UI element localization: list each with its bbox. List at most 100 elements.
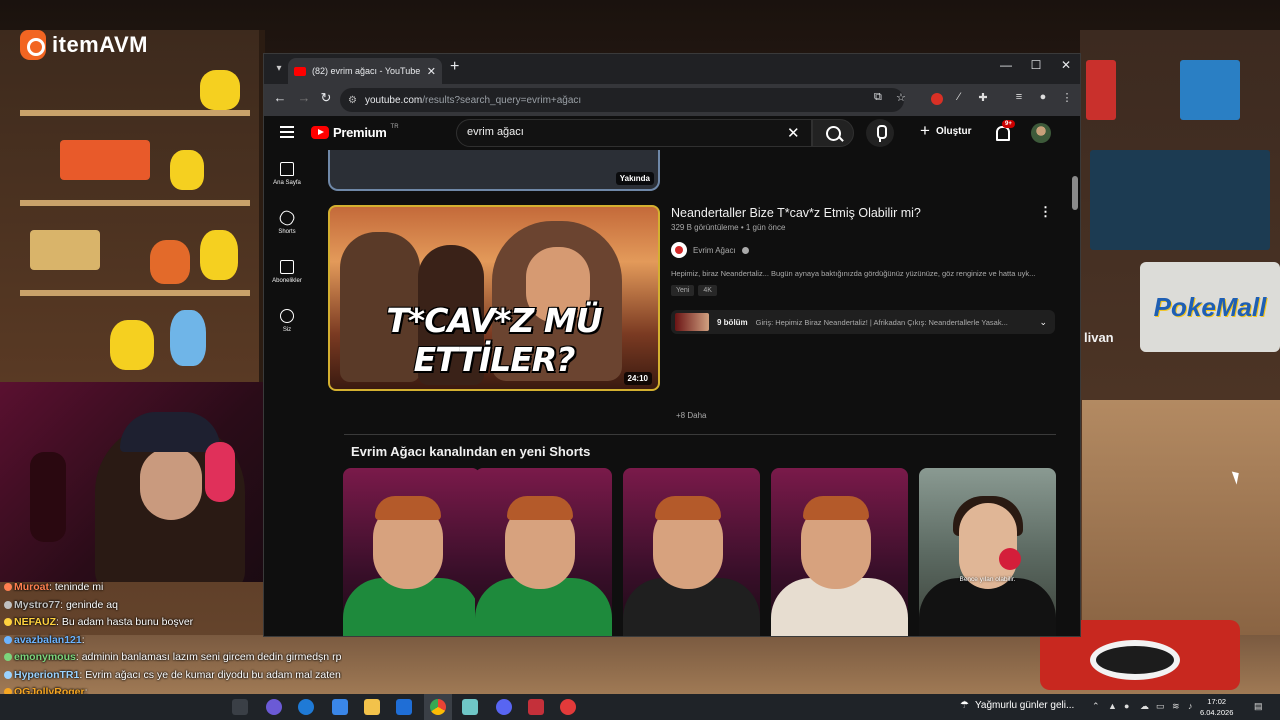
channel-name[interactable]: Evrim Ağacı xyxy=(693,246,736,255)
chat-badge-icon xyxy=(4,618,12,627)
guide-item[interactable]: Abonelikler xyxy=(264,260,310,284)
playlist-episodes[interactable]: 9 bölüm Giriş: Hepimiz Biraz Neandertali… xyxy=(671,310,1055,334)
site-info-icon[interactable]: ⚙ xyxy=(348,95,357,106)
itemavm-logo: itemAVM xyxy=(20,30,148,60)
tray-overflow-icon[interactable]: ⌃ xyxy=(1092,701,1100,712)
address-bar[interactable]: ⚙ youtube.com/results?search_query=evrim… xyxy=(340,88,904,112)
weather-text: Yağmurlu günler geli... xyxy=(974,700,1075,711)
chat-username[interactable]: HyperionTR1 xyxy=(14,669,79,681)
chat-username[interactable]: NEFAUZ xyxy=(14,616,56,628)
guide-item[interactable]: Shorts xyxy=(264,208,310,235)
wall-text: livan xyxy=(1084,330,1114,345)
short-card[interactable] xyxy=(771,468,908,636)
chat-text: teninde mi xyxy=(54,581,104,593)
short-card[interactable] xyxy=(475,468,612,636)
reload-button[interactable]: ↻ xyxy=(316,90,336,106)
previous-video-thumbnail[interactable]: Yakında xyxy=(328,150,660,191)
video-editor-icon[interactable] xyxy=(528,699,544,715)
tray-app-icon[interactable]: ▲ xyxy=(1108,701,1117,711)
headphones xyxy=(205,442,235,502)
tag-new: Yeni xyxy=(671,285,695,296)
back-button[interactable]: ← xyxy=(270,90,290,105)
pokeball-center xyxy=(1090,640,1180,680)
more-options-icon[interactable]: ⋮ xyxy=(1039,204,1052,220)
home-icon xyxy=(280,162,294,176)
browser-menu-icon[interactable]: ⋮ xyxy=(1060,91,1074,105)
guitar xyxy=(30,452,66,542)
guide-item[interactable]: Siz xyxy=(264,309,310,333)
chat-username[interactable]: Muroat xyxy=(14,581,49,593)
volume-icon[interactable]: ♪ xyxy=(1188,701,1193,711)
umbrella-icon: ☂ xyxy=(960,700,969,711)
voice-search-button[interactable] xyxy=(866,119,894,147)
chat-badge-icon xyxy=(4,635,12,644)
bookmark-star-icon[interactable]: ☆ xyxy=(896,91,906,104)
discord-icon[interactable] xyxy=(496,699,512,715)
notifications-icon[interactable]: ▤ xyxy=(1254,701,1263,712)
left-shelf xyxy=(0,30,265,390)
chat-username[interactable]: Mystro77 xyxy=(14,599,60,611)
scrollbar[interactable] xyxy=(1070,150,1080,636)
chat-badge-icon xyxy=(4,583,12,592)
copilot-icon[interactable] xyxy=(266,699,282,715)
guide-label: Ana Sayfa xyxy=(273,180,301,186)
store-icon[interactable] xyxy=(332,699,348,715)
video-thumbnail[interactable]: T*CAV*Z MÜ ETTİLER? 24:10 xyxy=(328,205,660,391)
channel-avatar[interactable] xyxy=(671,242,687,258)
short-card[interactable]: Bence yılan olabilir. xyxy=(919,468,1056,636)
network-icon[interactable]: ▭ xyxy=(1156,701,1165,712)
new-tab-button[interactable]: + xyxy=(450,58,459,76)
video-description: Hepimiz, biraz Neandertaliz... Bugün ayn… xyxy=(671,269,1036,278)
install-app-icon[interactable]: ⧉ xyxy=(874,91,882,104)
adblock-extension-icon[interactable] xyxy=(931,93,943,105)
reporter-mic xyxy=(999,548,1021,570)
cloud-icon[interactable]: ☁ xyxy=(1140,701,1149,712)
video-tags: Yeni 4K xyxy=(671,285,1051,296)
edge-icon[interactable] xyxy=(298,699,314,715)
maximize-button[interactable]: ☐ xyxy=(1021,58,1051,72)
menu-icon[interactable] xyxy=(280,126,294,138)
youtube-logo[interactable]: Premium TR xyxy=(311,124,399,140)
browser-tab[interactable]: (82) evrim ağacı - YouTube ✕ xyxy=(288,58,442,84)
clock[interactable]: 17:02 6.04.2026 xyxy=(1200,696,1233,718)
profile-icon[interactable]: ● xyxy=(1036,91,1050,105)
scrollbar-thumb[interactable] xyxy=(1072,176,1078,210)
extension-icon[interactable]: ⁄ xyxy=(952,91,966,105)
forward-button[interactable]: → xyxy=(294,90,314,105)
chevron-down-icon[interactable]: ⌄ xyxy=(1039,317,1047,328)
task-view-icon[interactable] xyxy=(232,699,248,715)
file-explorer-icon[interactable] xyxy=(364,699,380,715)
account-avatar[interactable] xyxy=(1031,123,1051,143)
chat-text: geninde aq xyxy=(65,598,118,611)
extensions-puzzle-icon[interactable]: ✚ xyxy=(976,91,990,105)
close-window-button[interactable]: ✕ xyxy=(1051,58,1080,72)
guide-label: Abonelikler xyxy=(272,278,302,284)
short-card[interactable] xyxy=(623,468,760,636)
guide-item[interactable]: Ana Sayfa xyxy=(264,162,310,186)
create-button[interactable]: + Oluştur xyxy=(920,122,972,139)
notes-icon[interactable] xyxy=(462,699,478,715)
steam-icon[interactable]: ● xyxy=(1124,701,1129,711)
verified-icon xyxy=(741,246,749,254)
search-button[interactable] xyxy=(812,119,854,147)
tab-search-button[interactable]: ▾ xyxy=(270,60,288,78)
streamer-cap xyxy=(120,412,220,452)
video-title[interactable]: Neandertaller Bize T*cav*z Etmiş Olabili… xyxy=(671,205,1051,221)
chat-separator: : xyxy=(81,633,85,646)
wifi-icon[interactable]: ≋ xyxy=(1172,701,1180,712)
chrome-icon[interactable] xyxy=(430,699,446,715)
chat-username[interactable]: emonymous xyxy=(14,651,76,663)
tab-close-icon[interactable]: ✕ xyxy=(427,65,436,78)
media-controls-icon[interactable]: ≡ xyxy=(1012,91,1026,105)
clear-search-icon[interactable]: ✕ xyxy=(787,124,800,142)
minimize-button[interactable]: — xyxy=(991,58,1021,72)
short-card[interactable] xyxy=(343,468,480,636)
chat-username[interactable]: avazbalan121 xyxy=(14,634,82,646)
outlook-icon[interactable] xyxy=(396,699,412,715)
more-results-link[interactable]: +8 Daha xyxy=(676,411,706,420)
short-caption: Bence yılan olabilir. xyxy=(959,576,1016,583)
recorder-icon[interactable] xyxy=(560,699,576,715)
search-input[interactable] xyxy=(467,126,767,138)
weather-widget[interactable]: ☂ Yağmurlu günler geli... xyxy=(960,700,1074,711)
channel-row[interactable]: Evrim Ağacı xyxy=(671,242,1051,258)
